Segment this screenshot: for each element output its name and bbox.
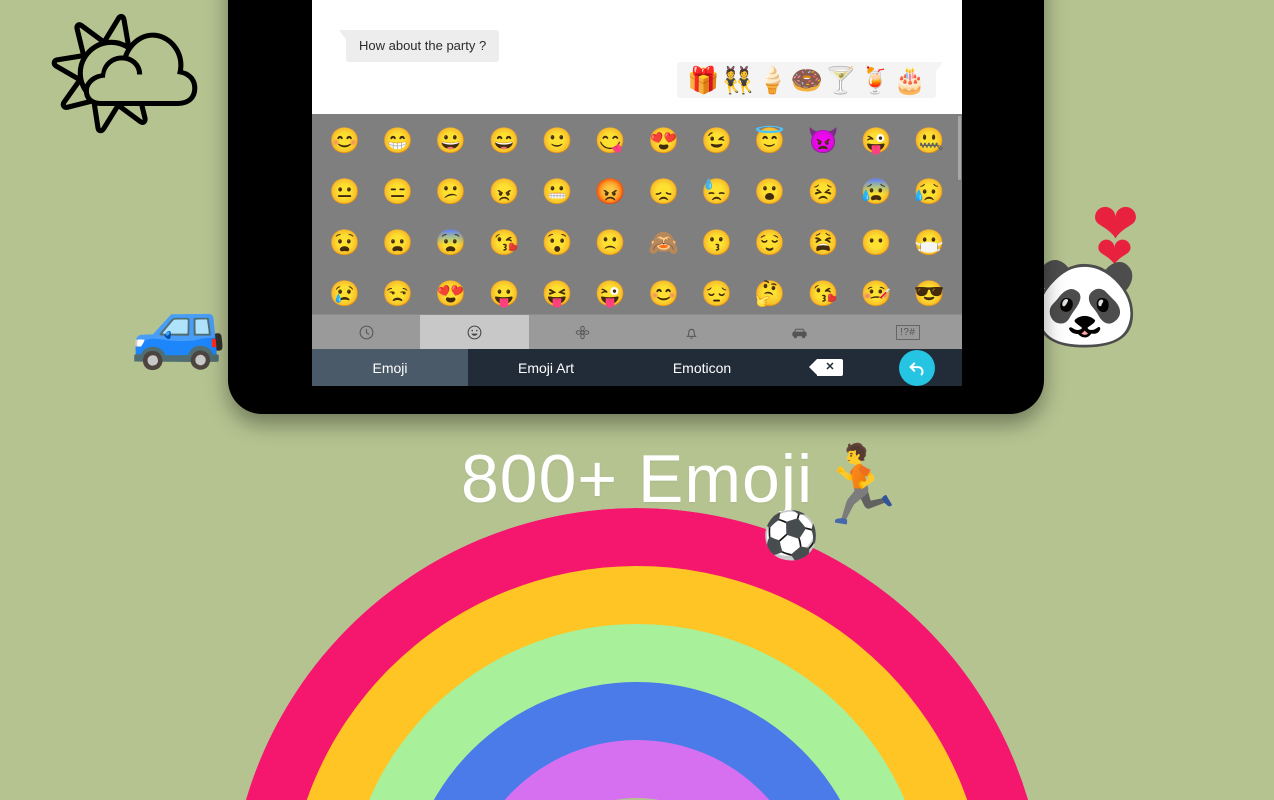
emoji-key[interactable]: 😕 bbox=[424, 167, 477, 218]
tab-emoji-art[interactable]: Emoji Art bbox=[468, 349, 624, 386]
emoji-key[interactable]: 🤐 bbox=[903, 116, 956, 167]
category-smileys[interactable] bbox=[420, 315, 529, 349]
emoji-key[interactable]: 🤒 bbox=[850, 269, 903, 314]
category-symbols[interactable]: !?# bbox=[854, 315, 962, 349]
emoji-key[interactable]: 🙁 bbox=[584, 218, 637, 269]
tablet-device-frame: How about the party ? 🎁 👯 🍦 🍩 🍸 🍹 🎂 😊 😁 😀 😄… bbox=[228, 0, 1044, 414]
emoji-key[interactable]: 😢 bbox=[318, 269, 371, 314]
emoji-key[interactable]: 😉 bbox=[690, 116, 743, 167]
tab-emoticon[interactable]: Emoticon bbox=[624, 349, 780, 386]
car-icon bbox=[790, 324, 809, 341]
symbols-icon: !?# bbox=[896, 324, 920, 340]
emoji-key[interactable]: 😑 bbox=[371, 167, 424, 218]
ice-cream-emoji: 🍦 bbox=[756, 65, 789, 95]
sun-behind-cloud-sticker: 🌤 bbox=[42, 0, 208, 146]
cocktail-emoji: 🍸 bbox=[824, 65, 858, 95]
emoji-key[interactable]: 👿 bbox=[797, 116, 850, 167]
outgoing-emoji-bubble: 🎁 👯 🍦 🍩 🍸 🍹 🎂 bbox=[677, 62, 943, 99]
keyboard-mode-tab-bar: Emoji Emoji Art Emoticon ✕ bbox=[312, 349, 962, 386]
emoji-key[interactable]: 🤔 bbox=[743, 269, 796, 314]
category-objects[interactable] bbox=[637, 315, 745, 349]
emoji-key[interactable]: 😠 bbox=[478, 167, 531, 218]
page-title: 800+ Emoji bbox=[460, 441, 814, 517]
gift-emoji: 🎁 bbox=[687, 65, 720, 95]
emoji-key[interactable]: 😍 bbox=[424, 269, 477, 314]
emoji-key[interactable]: 😮 bbox=[743, 167, 796, 218]
emoji-key[interactable]: 😘 bbox=[797, 269, 850, 314]
tropical-drink-emoji: 🍹 bbox=[859, 65, 892, 95]
emoji-grid: 😊 😁 😀 😄 🙂 😋 😍 😉 😇 👿 😜 🤐 😐 😑 😕 😠 😬 😡 😞 😓 😮 😣 😰 😥 😧 😦 😨 😘 😯 🙁 🙈 😗 😌 😫 😶 😷 😢 😒 😍 😛… bbox=[312, 114, 962, 314]
emoji-grid-scrollbar[interactable] bbox=[958, 116, 961, 180]
flower-icon bbox=[574, 324, 591, 341]
emoji-key[interactable]: 😶 bbox=[850, 218, 903, 269]
dancers-emoji: 👯 bbox=[721, 65, 755, 95]
emoji-key[interactable]: 😜 bbox=[850, 116, 903, 167]
doughnut-emoji: 🍩 bbox=[790, 65, 823, 95]
emoji-key[interactable]: 😦 bbox=[371, 218, 424, 269]
emoji-key[interactable]: 😝 bbox=[531, 269, 584, 314]
emoji-key[interactable]: 😐 bbox=[318, 167, 371, 218]
backspace-key[interactable]: ✕ bbox=[780, 349, 872, 386]
emoji-key[interactable]: 😊 bbox=[318, 116, 371, 167]
backspace-x-glyph: ✕ bbox=[825, 361, 835, 373]
runner-sticker: 🏃 bbox=[812, 443, 907, 528]
emoji-key[interactable]: 😁 bbox=[371, 116, 424, 167]
category-travel[interactable] bbox=[745, 315, 853, 349]
return-arrow-icon bbox=[899, 349, 935, 386]
clock-icon bbox=[358, 324, 375, 341]
emoji-key[interactable]: 😰 bbox=[850, 167, 903, 218]
emoji-key[interactable]: 😬 bbox=[531, 167, 584, 218]
soccer-ball-sticker: ⚽ bbox=[762, 509, 820, 561]
car-sticker: 🚙 bbox=[130, 283, 228, 371]
emoji-key[interactable]: 😫 bbox=[797, 218, 850, 269]
emoji-key[interactable]: 😧 bbox=[318, 218, 371, 269]
emoji-key[interactable]: 😛 bbox=[478, 269, 531, 314]
emoji-key[interactable]: 😎 bbox=[903, 269, 956, 314]
emoji-key[interactable]: 😥 bbox=[903, 167, 956, 218]
category-recent[interactable] bbox=[312, 315, 420, 349]
emoji-key[interactable]: 😨 bbox=[424, 218, 477, 269]
emoji-key[interactable]: 😯 bbox=[531, 218, 584, 269]
bell-icon bbox=[683, 324, 700, 341]
emoji-key[interactable]: 😣 bbox=[797, 167, 850, 218]
backspace-icon: ✕ bbox=[809, 359, 843, 376]
smiley-icon bbox=[466, 324, 483, 341]
emoji-key[interactable]: 🙂 bbox=[531, 116, 584, 167]
category-nature[interactable] bbox=[529, 315, 637, 349]
emoji-key[interactable]: 🙈 bbox=[637, 218, 690, 269]
emoji-key[interactable]: 😜 bbox=[584, 269, 637, 314]
chat-conversation-area: How about the party ? 🎁 👯 🍦 🍩 🍸 🍹 🎂 bbox=[312, 0, 962, 114]
rainbow-graphic bbox=[229, 508, 1045, 800]
panda-sticker: 🐼 bbox=[1030, 252, 1140, 351]
birthday-cake-emoji: 🎂 bbox=[893, 65, 926, 95]
emoji-key[interactable]: 😀 bbox=[424, 116, 477, 167]
emoji-key[interactable]: 😔 bbox=[690, 269, 743, 314]
emoji-key[interactable]: 😷 bbox=[903, 218, 956, 269]
emoji-keyboard-panel: 😊 😁 😀 😄 🙂 😋 😍 😉 😇 👿 😜 🤐 😐 😑 😕 😠 😬 😡 😞 😓 😮 😣 😰 😥 😧 😦 😨 😘 😯 🙁 🙈 😗 😌 😫 😶 😷 😢 😒 😍 😛… bbox=[312, 114, 962, 314]
return-key[interactable] bbox=[872, 349, 962, 386]
emoji-key[interactable]: 😌 bbox=[743, 218, 796, 269]
incoming-message-bubble: How about the party ? bbox=[338, 30, 500, 62]
emoji-key[interactable]: 😘 bbox=[478, 218, 531, 269]
emoji-key[interactable]: 😓 bbox=[690, 167, 743, 218]
emoji-key[interactable]: 😇 bbox=[743, 116, 796, 167]
emoji-key[interactable]: 😗 bbox=[690, 218, 743, 269]
emoji-key[interactable]: 😞 bbox=[637, 167, 690, 218]
emoji-key[interactable]: 😄 bbox=[478, 116, 531, 167]
emoji-key[interactable]: 😍 bbox=[637, 116, 690, 167]
tab-emoji[interactable]: Emoji bbox=[312, 349, 468, 386]
emoji-key[interactable]: 😊 bbox=[637, 269, 690, 314]
emoji-key[interactable]: 😒 bbox=[371, 269, 424, 314]
emoji-key[interactable]: 😋 bbox=[584, 116, 637, 167]
emoji-category-bar: !?# bbox=[312, 314, 962, 349]
emoji-key[interactable]: 😡 bbox=[584, 167, 637, 218]
tablet-screen: How about the party ? 🎁 👯 🍦 🍩 🍸 🍹 🎂 😊 😁 😀 😄… bbox=[312, 0, 962, 386]
